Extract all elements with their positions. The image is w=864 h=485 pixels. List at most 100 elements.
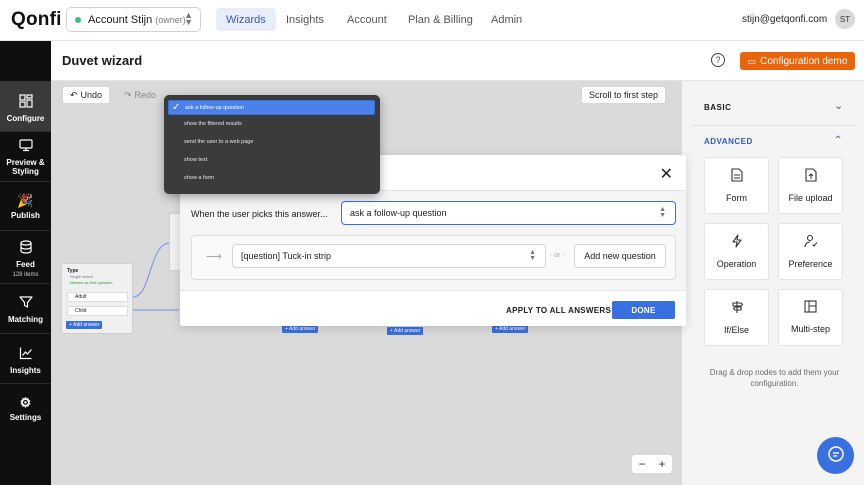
sidebar-item-label: Insights: [10, 366, 41, 375]
nav-account[interactable]: Account: [337, 8, 397, 31]
menu-item-filtered-results[interactable]: show the filtered results: [168, 116, 375, 131]
action-dropdown-menu: ✓ ask a follow-up question show the filt…: [164, 95, 380, 194]
sidebar: Configure Preview & Styling 🎉 Publish Fe…: [0, 41, 51, 485]
sidebar-item-label: Settings: [9, 413, 42, 422]
sidebar-item-publish[interactable]: 🎉 Publish: [0, 193, 51, 221]
sidebar-item-settings[interactable]: ⚙ Settings: [0, 395, 51, 423]
monitor-icon: [0, 138, 51, 155]
menu-item-web-page[interactable]: send the user to a web page: [168, 134, 375, 149]
apply-to-all-answers-button[interactable]: APPLY TO ALL ANSWERS: [506, 306, 611, 315]
tile-label: Form: [726, 193, 747, 203]
add-new-question-button[interactable]: Add new question: [574, 244, 666, 268]
chat-support-button[interactable]: [817, 437, 854, 474]
add-answer-button[interactable]: + Add answer: [387, 327, 424, 335]
add-answer-button[interactable]: + Add answer: [66, 321, 103, 329]
form-icon: [705, 168, 768, 185]
sidebar-item-label: Feed: [16, 260, 35, 269]
nav-insights[interactable]: Insights: [276, 8, 334, 31]
menu-item-show-text[interactable]: show text: [168, 152, 375, 167]
add-answer-button[interactable]: + Add answer: [282, 325, 319, 333]
zoom-controls: − +: [632, 455, 672, 473]
sidebar-item-matching[interactable]: Matching: [0, 295, 51, 324]
database-icon: [0, 240, 51, 257]
tile-form[interactable]: Form: [704, 157, 769, 214]
preference-icon: [779, 234, 842, 251]
chevron-updown-icon: ▲ ▼: [529, 249, 536, 262]
tile-multi-step[interactable]: Multi-step: [778, 289, 843, 346]
sidebar-item-configure[interactable]: Configure: [0, 81, 51, 131]
chevron-up-icon[interactable]: ⌃: [834, 135, 842, 146]
when-user-picks-label: When the user picks this answer...: [191, 209, 328, 219]
action-select[interactable]: ask a follow-up question ▲ ▼: [341, 201, 676, 225]
sidebar-item-feed[interactable]: Feed 128 items: [0, 240, 51, 280]
party-popper-icon: 🎉: [17, 193, 34, 208]
answer-child[interactable]: Child: [67, 306, 128, 316]
configure-icon: [0, 94, 51, 111]
sidebar-item-label: Configure: [6, 114, 45, 123]
scroll-to-first-step-button[interactable]: Scroll to first step: [581, 86, 667, 104]
account-switcher[interactable]: Account Stijn (owner) ▲ ▼: [66, 7, 201, 32]
nav-admin[interactable]: Admin: [481, 8, 532, 31]
action-select-value: ask a follow-up question: [350, 208, 447, 218]
sidebar-item-label: Publish: [11, 211, 40, 220]
tile-label: Operation: [716, 259, 757, 269]
chart-icon: [0, 346, 51, 363]
account-name: Account Stijn: [88, 13, 153, 26]
sidebar-item-insights[interactable]: Insights: [0, 346, 51, 375]
menu-item-follow-up[interactable]: ✓ ask a follow-up question: [168, 100, 375, 115]
page-header: Duvet wizard ? ▭ Configuration demo: [51, 41, 864, 81]
divider: [0, 131, 51, 132]
funnel-icon: [0, 295, 51, 312]
app-logo[interactable]: Qonfi: [11, 9, 62, 31]
tile-if-else[interactable]: If/Else: [704, 289, 769, 346]
undo-icon: ↶: [70, 89, 78, 100]
top-bar: Qonfi Account Stijn (owner) ▲ ▼ Wizards I…: [0, 0, 864, 41]
question-select-value: [question] Tuck-in strip: [241, 251, 332, 261]
sidebar-item-preview[interactable]: Preview & Styling: [0, 138, 51, 176]
question-select[interactable]: [question] Tuck-in strip ▲ ▼: [232, 244, 546, 268]
add-answer-button[interactable]: + Add answer: [492, 325, 529, 333]
page-title: Duvet wizard: [62, 53, 143, 68]
tile-preference[interactable]: Preference: [778, 223, 843, 280]
section-basic[interactable]: BASIC: [704, 103, 731, 112]
checkmark-icon: ✓: [172, 102, 181, 113]
tile-file-upload[interactable]: File upload: [778, 157, 843, 214]
file-upload-icon: [779, 168, 842, 185]
divider: [692, 125, 855, 126]
or-separator: - or -: [550, 252, 565, 259]
signpost-icon: [705, 300, 768, 317]
follow-up-question-row: ⟶ [question] Tuck-in strip ▲ ▼ - or - Add…: [191, 235, 676, 280]
tile-label: If/Else: [723, 325, 749, 335]
section-advanced[interactable]: ADVANCED: [704, 137, 753, 146]
chevron-down-icon[interactable]: ⌄: [834, 99, 843, 112]
dialog-body: When the user picks this answer... ask a…: [180, 190, 686, 291]
undo-label: Undo: [80, 90, 103, 100]
redo-button[interactable]: ↷ Redo: [117, 86, 163, 104]
answer-adult[interactable]: Adult: [67, 292, 128, 302]
help-icon[interactable]: ?: [711, 53, 725, 67]
nav-wizards[interactable]: Wizards: [216, 8, 276, 31]
tile-label: Preference: [788, 259, 833, 269]
configuration-demo-button[interactable]: ▭ Configuration demo: [740, 52, 855, 70]
configuration-demo-label: Configuration demo: [760, 55, 848, 67]
menu-item-show-form[interactable]: show a form: [168, 170, 375, 185]
undo-button[interactable]: ↶ Undo: [62, 86, 111, 104]
done-button[interactable]: DONE: [612, 301, 675, 319]
video-camera-icon: ▭: [747, 55, 757, 66]
user-email[interactable]: stijn@getqonfi.com: [742, 14, 827, 25]
node-library-panel: BASIC ⌄ ADVANCED ⌃ Form File upload Oper…: [681, 81, 864, 485]
question-node[interactable]: Type Single select Marked as first quest…: [61, 263, 133, 334]
zoom-in-button[interactable]: +: [658, 457, 665, 471]
tile-operation[interactable]: Operation: [704, 223, 769, 280]
gear-icon: ⚙: [19, 395, 32, 410]
sidebar-item-label: Preview & Styling: [6, 158, 45, 176]
avatar[interactable]: ST: [835, 9, 855, 29]
chevron-updown-icon: ▲ ▼: [659, 206, 666, 219]
zoom-out-button[interactable]: −: [638, 457, 645, 471]
feed-count: 128 items: [12, 272, 39, 278]
menu-item-label: ask a follow-up question: [185, 104, 245, 111]
drag-drop-hint: Drag & drop nodes to add them your confi…: [709, 368, 840, 388]
account-role: (owner): [155, 14, 186, 25]
nav-plan-billing[interactable]: Plan & Billing: [398, 8, 483, 31]
close-icon[interactable]: ✕: [660, 164, 673, 184]
